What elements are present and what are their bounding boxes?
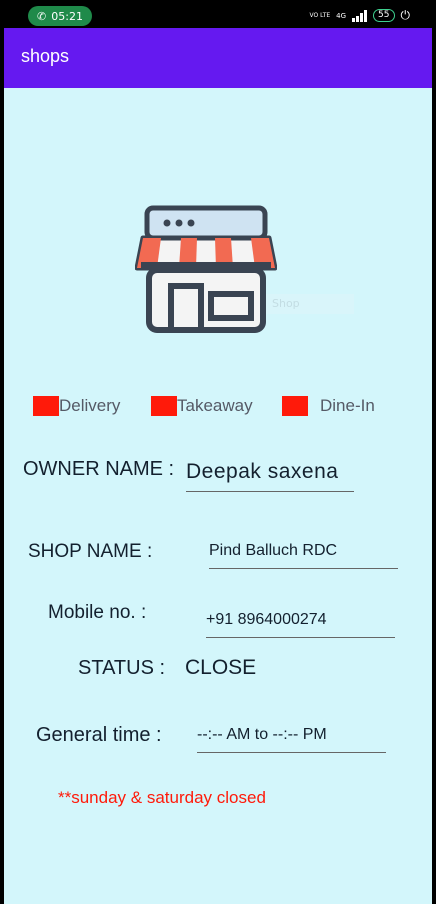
takeaway-checkbox[interactable] (151, 396, 177, 416)
shop-overlay-input[interactable]: Shop (266, 294, 354, 314)
mobile-value[interactable]: +91 8964000274 (206, 611, 327, 629)
app-bar: shops (4, 28, 432, 88)
delivery-checkbox[interactable] (33, 396, 59, 416)
general-time-value[interactable]: --:-- AM to --:-- PM (197, 726, 327, 744)
app-bar-title: shops (21, 46, 70, 66)
status-value: CLOSE (185, 656, 257, 679)
owner-name-underline (186, 491, 354, 492)
shop-name-underline (209, 568, 398, 569)
dine-in-label: Dine-In (320, 396, 375, 415)
takeaway-label: Takeaway (177, 396, 253, 415)
status-time: 05:21 (51, 9, 83, 23)
option-dine-in[interactable]: Dine-In (282, 394, 375, 418)
mobile-label: Mobile no. : (48, 602, 147, 623)
owner-name-label: OWNER NAME : (23, 458, 175, 480)
volte-indicator: VO LTE (309, 11, 331, 19)
owner-name-value[interactable]: Deepak saxena (186, 460, 338, 484)
option-delivery[interactable]: Delivery (33, 394, 120, 418)
general-time-label: General time : (36, 724, 162, 746)
mobile-underline (206, 637, 395, 638)
status-icons: VO LTE 4G 55 ⏻ (310, 8, 410, 23)
network-type: 4G (336, 11, 347, 20)
shop-store-icon (135, 205, 277, 333)
closed-days-note: **sunday & saturday closed (58, 788, 266, 807)
phone-icon: ✆ (37, 9, 47, 23)
option-takeaway[interactable]: Takeaway (151, 394, 253, 418)
delivery-label: Delivery (59, 396, 121, 415)
general-time-underline (197, 752, 386, 753)
signal-icon (352, 9, 368, 22)
shop-name-label: SHOP NAME : (28, 541, 153, 562)
dine-in-checkbox[interactable] (282, 396, 308, 416)
battery-indicator: 55 (373, 9, 395, 22)
status-bar: ✆ 05:21 VO LTE 4G 55 ⏻ (0, 0, 436, 30)
status-label: STATUS : (78, 657, 166, 679)
app-screen: shops Shop Delivery Takeaway Dine-In OWN… (4, 28, 432, 904)
shop-name-value[interactable]: Pind Balluch RDC (209, 542, 337, 560)
power-icon: ⏻ (400, 8, 411, 22)
ongoing-call-chip[interactable]: ✆ 05:21 (28, 6, 92, 26)
